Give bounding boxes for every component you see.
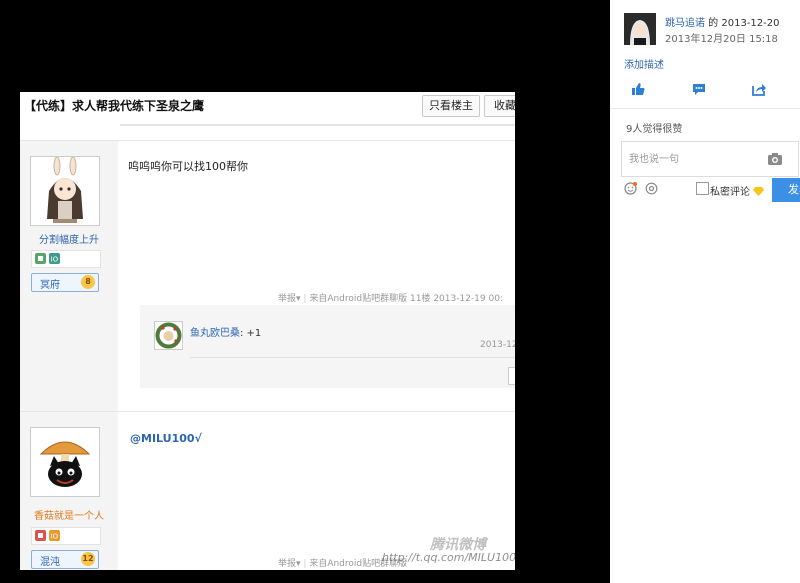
svg-text:IO: IO xyxy=(51,256,59,264)
comment-input[interactable] xyxy=(627,143,749,175)
report-link: 举报▾ xyxy=(278,294,301,304)
username: 分割幅度上升 xyxy=(39,235,99,246)
thread-title: 【代练】求人帮我代练下圣泉之鹰 xyxy=(24,99,205,113)
author-suffix: 的 2013-12-20 xyxy=(705,18,780,29)
comment-box xyxy=(621,141,753,177)
photo-datetime: 2013年12月20日 15:18 xyxy=(665,34,778,45)
private-comment-label: 私密评论 xyxy=(710,183,765,198)
post-source: 来自Android贴吧群聊版 xyxy=(309,294,408,304)
level-name: 冥府 xyxy=(40,280,60,291)
private-comment-checkbox[interactable] xyxy=(696,182,709,195)
send-button[interactable]: 发表 xyxy=(772,178,800,202)
reply-text: 鱼丸欧巴桑: +1 xyxy=(190,324,261,339)
avatar xyxy=(30,156,100,226)
bunny-girl-avatar-icon xyxy=(31,156,99,225)
author-line: 跳马追诺 的 2013-12-20 xyxy=(665,14,779,29)
report-link: 举报▾ xyxy=(278,559,301,569)
reply-time: 2013-12 xyxy=(480,340,515,350)
mushroom-cat-avatar-icon xyxy=(31,428,99,496)
camera-icon xyxy=(768,153,782,165)
reply-author: 鱼丸欧巴桑 xyxy=(190,328,240,339)
add-description-link[interactable]: 添加描述 xyxy=(624,56,664,71)
reply-divider xyxy=(190,357,515,358)
post-floor: 11楼 xyxy=(409,294,431,304)
reply-avatar xyxy=(154,321,183,350)
photo-upload-button[interactable] xyxy=(751,141,799,177)
diamond-icon xyxy=(753,187,765,196)
reply-button-edge xyxy=(508,367,515,385)
member-badge-icon xyxy=(35,253,46,264)
post-sidebar: 分割幅度上升 IO 冥府 8 xyxy=(20,141,118,411)
author-avatar-icon xyxy=(624,13,656,45)
author-avatar[interactable] xyxy=(624,13,656,45)
badge-strip: IO xyxy=(31,527,101,545)
post-meta: 举报▾ | 来自Android贴吧群聊版 11楼 2013-12-19 00: xyxy=(278,294,503,304)
username: 香菇就是一个人 xyxy=(34,511,104,522)
share-icon[interactable] xyxy=(752,82,766,96)
level-badge: 冥府 8 xyxy=(31,273,99,292)
at-icon[interactable] xyxy=(645,182,658,195)
io-badge-icon: IO xyxy=(49,253,60,264)
level-number: 12 xyxy=(81,552,95,566)
likes-count: 9人觉得很赞 xyxy=(626,124,683,135)
post-content: 呜呜呜你可以找100帮你 xyxy=(128,160,248,173)
post-sidebar: 香菇就是一个人 IO 混沌 12 xyxy=(20,412,118,570)
avatar xyxy=(30,427,100,497)
post-content: @MILU100√ xyxy=(130,432,202,445)
private-comment-text: 私密评论 xyxy=(710,187,750,198)
level-name: 混沌 xyxy=(40,557,60,568)
thread-header: 【代练】求人帮我代练下圣泉之鹰 只看楼主 收藏 xyxy=(20,92,515,122)
reply-body: : +1 xyxy=(240,328,262,339)
favorite-button: 收藏 xyxy=(484,95,515,117)
svg-text:IO: IO xyxy=(51,533,59,541)
level-badge: 混沌 12 xyxy=(31,550,99,569)
photo-info-panel: 跳马追诺 的 2013-12-20 2013年12月20日 15:18 添加描述… xyxy=(610,0,800,583)
emoji-icon[interactable] xyxy=(624,182,637,195)
header-divider xyxy=(120,124,515,126)
floor-reply-box: 鱼丸欧巴桑: +1 2013-12 xyxy=(140,305,515,388)
level-number: 8 xyxy=(81,275,95,289)
badge-strip: IO xyxy=(31,250,101,268)
panel-divider xyxy=(610,108,800,109)
forum-screenshot: 【代练】求人帮我代练下圣泉之鹰 只看楼主 收藏 分割幅度上升 IO 冥府 8 呜… xyxy=(20,92,515,570)
watermark-url: http://t.qq.com/MILU100- xyxy=(382,551,515,564)
io-badge-icon: IO xyxy=(49,530,60,541)
thumb-up-icon[interactable] xyxy=(631,82,645,96)
comment-icon[interactable] xyxy=(692,82,706,96)
member-badge-icon xyxy=(35,530,46,541)
post-time: 2013-12-19 00: xyxy=(433,294,503,304)
only-owner-button: 只看楼主 xyxy=(422,95,480,117)
author-link[interactable]: 跳马追诺 xyxy=(665,18,705,29)
wreath-avatar-icon xyxy=(155,322,182,349)
